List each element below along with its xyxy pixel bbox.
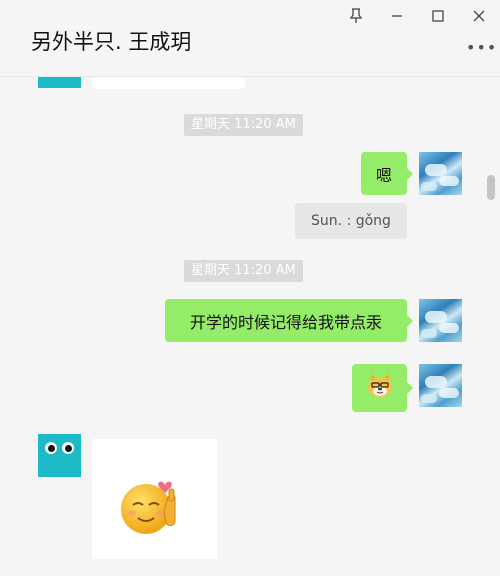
message-text: 开学的时候记得给我带点汞 — [189, 312, 382, 332]
maximize-icon[interactable] — [425, 4, 451, 28]
avatar[interactable] — [38, 434, 81, 477]
minimize-icon[interactable] — [384, 4, 410, 28]
avatar[interactable] — [419, 152, 462, 195]
timestamp: 星期天 11:20 AM — [184, 260, 303, 282]
doge-emoji-icon — [366, 373, 394, 403]
chat-header: 另外半只. 王成玥 ••• — [0, 0, 500, 77]
avatar[interactable] — [419, 364, 462, 407]
message-bubble[interactable]: 开学的时候记得给我带点汞 — [165, 299, 413, 342]
pin-icon[interactable] — [343, 4, 369, 28]
scrollbar-thumb[interactable] — [487, 175, 495, 200]
close-icon[interactable] — [466, 4, 492, 28]
message-bubble[interactable] — [352, 364, 413, 412]
sticker-message[interactable] — [92, 439, 217, 559]
avatar[interactable] — [419, 299, 462, 342]
more-dots-icon[interactable]: ••• — [466, 38, 497, 57]
chat-title: 另外半只. 王成玥 — [31, 30, 192, 54]
message-text: 嗯 — [375, 165, 392, 185]
timestamp: 星期天 11:20 AM — [184, 114, 303, 136]
smiling-face-heart-sticker-icon — [118, 473, 190, 543]
quoted-message[interactable]: Sun. : gǒng — [295, 203, 407, 239]
message-bubble[interactable]: 嗯 — [361, 152, 413, 195]
